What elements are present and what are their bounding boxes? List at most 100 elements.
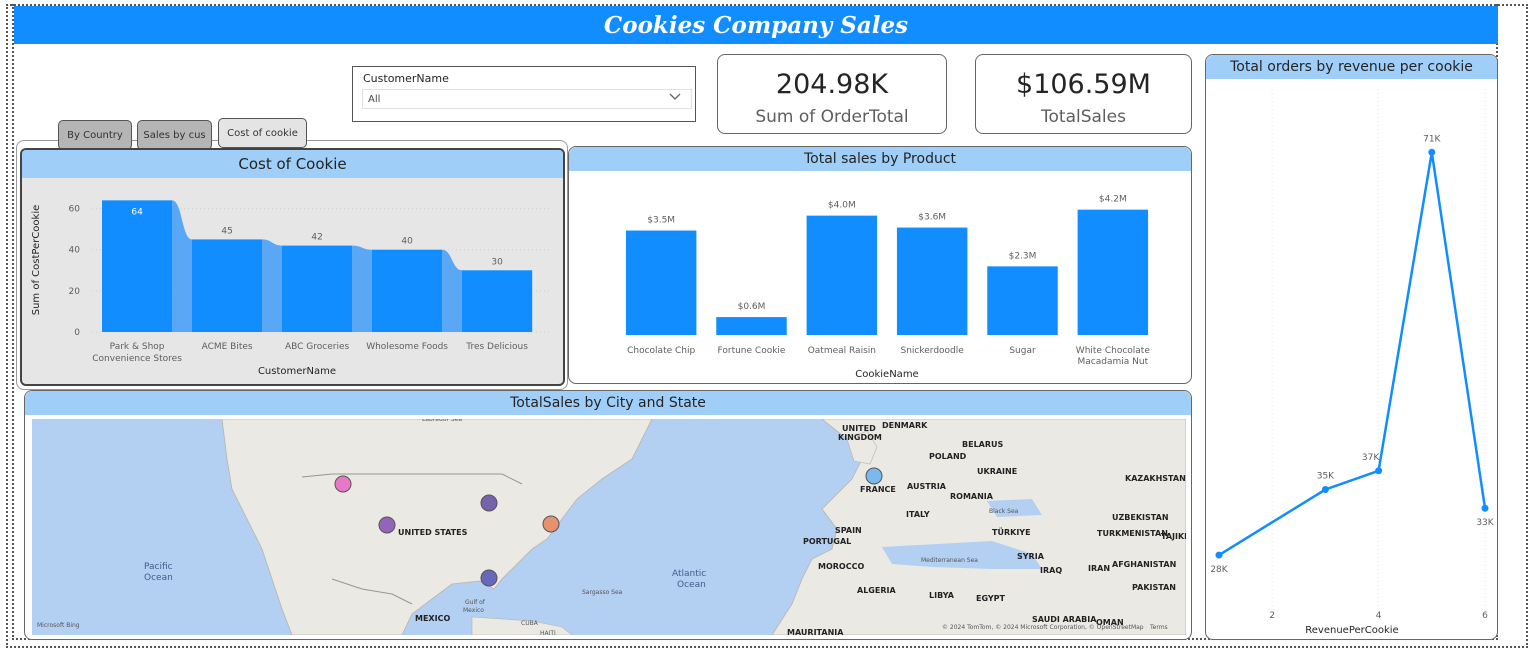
line-chart-svg: 2 4 6 28K 35K 37K 71K 33K RevenuePerCookie (1210, 89, 1495, 636)
cost-of-cookie-visual[interactable]: Cost of Cookie 0 20 40 60 64 Park & Shop Conve… (20, 148, 565, 386)
product-chart-svg: $3.5M Chocolate Chip $0.6M Fortune Cookie $4… (625, 195, 1150, 380)
map-label-algeria: ALGERIA (857, 586, 896, 595)
slicer-dropdown[interactable]: All (362, 89, 692, 109)
slicer-label: CustomerName (363, 72, 449, 85)
map-label-mexico: MEXICO (415, 614, 450, 623)
visual-header: Total sales by Product (569, 147, 1191, 171)
map-label-syria: SYRIA (1017, 552, 1045, 561)
data-label: $0.6M (738, 302, 766, 312)
x-tick-label: Snickerdoodle (901, 346, 965, 356)
orders-by-revenue-visual[interactable]: Total orders by revenue per cookie 2 4 6 28… (1205, 54, 1498, 640)
map-label-poland: POLAND (929, 452, 967, 461)
map-label-united-states: UNITED STATES (398, 528, 468, 537)
bar (102, 200, 173, 332)
map-label-egypt: EGYPT (976, 594, 1006, 603)
data-label: 45 (221, 226, 232, 236)
sales-by-product-visual[interactable]: Total sales by Product $3.5M Chocolate Ch… (568, 146, 1192, 384)
map-bubble (480, 569, 498, 587)
y-tick-label: 40 (69, 246, 81, 256)
map-label-gulf: Mexico (463, 607, 484, 614)
y-tick-label: 0 (74, 328, 80, 338)
bar (896, 227, 968, 335)
map-label-labrador: Labrador Sea (422, 419, 462, 423)
map-copyright: © 2024 TomTom, © 2024 Microsoft Corporat… (942, 624, 1144, 631)
visual-header: Cost of Cookie (22, 150, 563, 178)
kpi-value: $106.59M (1016, 69, 1151, 100)
map-label-pacific: Pacific (144, 562, 173, 572)
data-label: $3.6M (918, 213, 946, 223)
y-axis-title: Sum of CostPerCookie (31, 205, 42, 316)
data-label: 37K (1362, 453, 1380, 463)
bar (716, 317, 787, 335)
map-label-denmark: DENMARK (882, 421, 928, 430)
map-label-france: FRANCE (860, 485, 896, 494)
map-label-tajikistan: TAJIKISTA (1161, 532, 1186, 541)
map-label-uk: KINGDOM (838, 433, 882, 442)
visual-header: Total orders by revenue per cookie (1206, 55, 1497, 79)
map-label-pakistan: PAKISTAN (1132, 583, 1176, 592)
ribbon-connector (262, 239, 282, 332)
map-canvas[interactable]: UNITED STATESPacificOcean AtlanticOceanGu… (32, 419, 1186, 635)
x-tick-label: 4 (1376, 611, 1382, 621)
map-label-cuba: CUBA (521, 620, 539, 627)
map-label-gulf: Gulf of (465, 599, 486, 606)
map-label-romania: ROMANIA (950, 492, 994, 501)
customer-slicer: CustomerName All (352, 66, 696, 122)
kpi-card-total-sales[interactable]: $106.59M TotalSales (975, 54, 1192, 134)
map-label-italy: ITALY (906, 510, 930, 519)
map-label-spain: SPAIN (835, 526, 862, 535)
bar (282, 245, 353, 332)
ribbon-connector (172, 200, 192, 332)
x-tick-label: Park & Shop (110, 342, 165, 352)
kpi-caption: TotalSales (1041, 107, 1126, 127)
map-terms-link: Terms (1149, 624, 1168, 631)
map-label-libya: LIBYA (929, 591, 955, 600)
map-label-iran: IRAN (1088, 564, 1110, 573)
bar (192, 239, 263, 332)
map-label-afghanistan: AFGHANISTAN (1112, 560, 1176, 569)
map-label-black-sea: Black Sea (989, 508, 1019, 515)
y-tick-label: 60 (69, 205, 81, 215)
kpi-caption: Sum of OrderTotal (755, 107, 909, 127)
kpi-card-order-total[interactable]: 204.98K Sum of OrderTotal (717, 54, 947, 134)
map-label-morocco: MOROCCO (818, 562, 864, 571)
data-label: $4.0M (828, 201, 856, 211)
ribbon-connector (352, 245, 372, 332)
map-label-atlantic: Ocean (677, 580, 706, 590)
x-tick-label: Macadamia Nut (1078, 357, 1149, 367)
x-tick-label: Oatmeal Raisin (808, 346, 876, 356)
tab-by-country[interactable]: By Country (58, 120, 132, 150)
tab-sales-by-customer[interactable]: Sales by cus (137, 120, 212, 150)
x-axis-title: CustomerName (258, 366, 336, 377)
tab-cost-of-cookie[interactable]: Cost of cookie (218, 118, 307, 148)
series-line (1218, 152, 1487, 557)
x-axis-title: CookieName (855, 369, 918, 380)
map-label-kazakhstan: KAZAKHSTAN (1125, 474, 1186, 483)
map-visual[interactable]: TotalSales by City and State UNITED STAT… (24, 390, 1192, 640)
bar (806, 215, 878, 335)
x-tick-label: Sugar (1009, 346, 1036, 356)
slicer-value: All (368, 94, 381, 105)
map-label-mediterranean: Mediterranean Sea (921, 557, 978, 564)
x-axis-title: RevenuePerCookie (1305, 625, 1398, 636)
x-tick-label: Convenience Stores (92, 354, 182, 364)
map-label-belarus: BELARUS (962, 440, 1004, 449)
ribbon-connector (442, 249, 462, 332)
map-label-uk: UNITED (842, 424, 876, 433)
map-bubble (542, 515, 560, 533)
data-point (1428, 148, 1436, 156)
x-tick-label: ABC Groceries (285, 342, 350, 352)
x-tick-label: 2 (1269, 611, 1275, 621)
bar (462, 270, 533, 332)
bar (372, 249, 443, 332)
data-label: $2.3M (1009, 251, 1037, 261)
data-label: 35K (1317, 472, 1335, 482)
map-bubble (334, 475, 352, 493)
data-label: 28K (1210, 565, 1228, 575)
chevron-down-icon[interactable] (669, 93, 681, 104)
map-bing-logo: Microsoft Bing (37, 622, 80, 629)
y-tick-label: 20 (69, 287, 81, 297)
map-label-pacific: Ocean (144, 573, 173, 583)
data-label: 64 (131, 207, 143, 217)
cost-chart-svg: 0 20 40 60 64 Park & Shop Convenience Stores 45… (31, 200, 552, 377)
